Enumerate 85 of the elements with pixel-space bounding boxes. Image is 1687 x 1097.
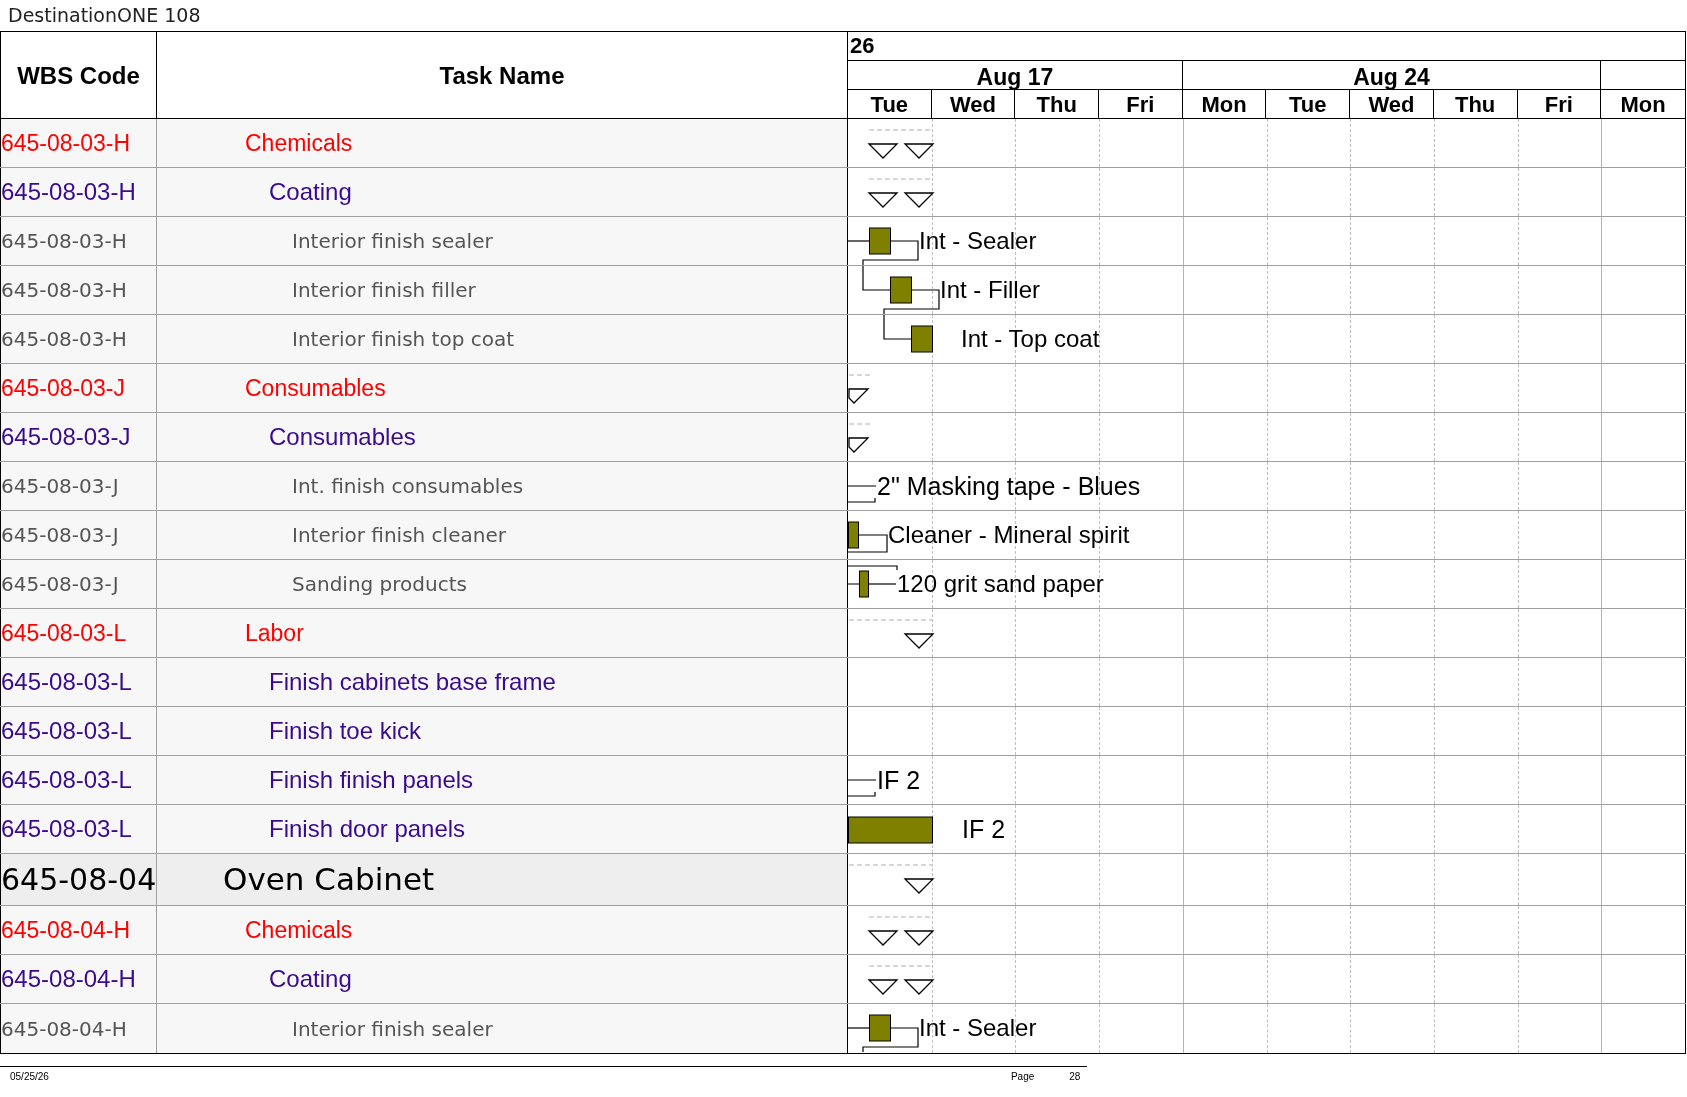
day-header: Wed [1350,90,1434,119]
task-name: Int. finish consumables [292,476,524,496]
summary-line [868,965,933,967]
task-bar [911,325,933,353]
bar-label: Int - Sealer [919,1016,1037,1040]
wbs-code: 645-08-03-L [1,768,132,792]
wbs-code: 645-08-04 [1,864,156,895]
task-name: Finish door panels [269,817,466,841]
task-name: Consumables [269,425,416,449]
task-name: Finish finish panels [269,768,474,792]
week-header: Aug 17 [848,61,1183,89]
year-label: 26 [849,35,875,57]
task-name: Interior finish sealer [292,1018,493,1039]
summary-triangle-icon [867,143,899,159]
wbs-code: 645-08-03-H [1,280,127,300]
summary-triangle-icon [903,192,935,208]
task-bar [869,227,891,255]
week-header: Aug 24 [1182,61,1602,89]
print-date: 05/25/26 [10,1070,49,1084]
day-header: Fri [1517,90,1602,119]
summary-line [868,916,933,918]
task-name: Coating [269,967,352,991]
wbs-code: 645-08-03-L [1,670,132,694]
task-name: Interior finish cleaner [292,525,506,545]
bar-label: 120 grit sand paper [897,572,1104,596]
bar-label: Cleaner - Mineral spirit [888,523,1130,547]
task-name: Finish toe kick [269,719,422,743]
wbs-code: 645-08-03-J [1,425,131,449]
day-header: Mon [1182,90,1267,119]
task-name: Labor [245,621,304,645]
task-name: Finish cabinets base frame [269,670,556,694]
summary-line [848,374,871,376]
day-header: Fri [1099,90,1183,119]
task-name: Chemicals [245,131,353,155]
bar-label: IF 2 [962,817,1006,842]
wbs-code: 645-08-03-L [1,719,132,743]
task-name: Chemicals [245,918,353,942]
page-label: Page [1010,1070,1035,1084]
summary-triangle-icon [903,930,935,946]
wbs-code: 645-08-03-L [1,817,132,841]
wbs-code: 645-08-03-J [1,476,119,496]
wbs-code: 645-08-03-J [1,525,119,545]
wbs-code: 645-08-03-J [1,574,119,594]
summary-line [868,129,933,131]
day-header: Tue [1266,90,1351,119]
task-name: Interior finish filler [292,280,476,300]
task-name: Sanding products [292,574,467,594]
task-name: Interior finish sealer [292,231,493,251]
bar-label: IF 2 [877,768,921,793]
bar-label: Int - Sealer [919,229,1037,253]
wbs-code: 645-08-04-H [1,1018,127,1039]
document-title: DestinationONE 108 [8,3,201,29]
summary-triangle-icon [867,930,899,946]
task-name: Consumables [245,376,386,400]
task-bar [890,276,912,304]
wbs-code: 645-08-04-H [1,967,136,991]
task-name: Oven Cabinet [223,864,435,895]
day-header: Thu [1015,90,1100,119]
task-bar [859,570,869,598]
bar-label: Int - Filler [940,278,1040,302]
wbs-code: 645-08-03-J [1,376,126,400]
summary-line [848,423,871,425]
day-header: Wed [931,90,1016,119]
summary-triangle-icon [903,979,935,995]
summary-triangle-icon [867,192,899,208]
day-header: Mon [1619,90,1667,119]
wbs-code: 645-08-03-H [1,131,131,155]
summary-triangle-icon [903,878,935,894]
summary-triangle-icon [903,143,935,159]
wbs-code: 645-08-04-H [1,918,131,942]
task-name: Interior finish top coat [292,329,515,349]
wbs-code: 645-08-03-L [1,621,127,645]
summary-triangle-icon [903,633,935,649]
task-name: Coating [269,180,352,204]
wbs-code: 645-08-03-H [1,231,127,251]
summary-line [868,178,933,180]
summary-triangle-icon [867,979,899,995]
wbs-code: 645-08-03-H [1,180,136,204]
day-header: Tue [848,90,932,119]
day-header: Thu [1433,90,1518,119]
bar-label: Int - Top coat [961,327,1100,351]
page-number: 28 [1069,1070,1081,1084]
bar-label: 2" Masking tape - Blues [877,474,1141,499]
task-bar [869,1014,891,1042]
wbs-code: 645-08-03-H [1,329,127,349]
